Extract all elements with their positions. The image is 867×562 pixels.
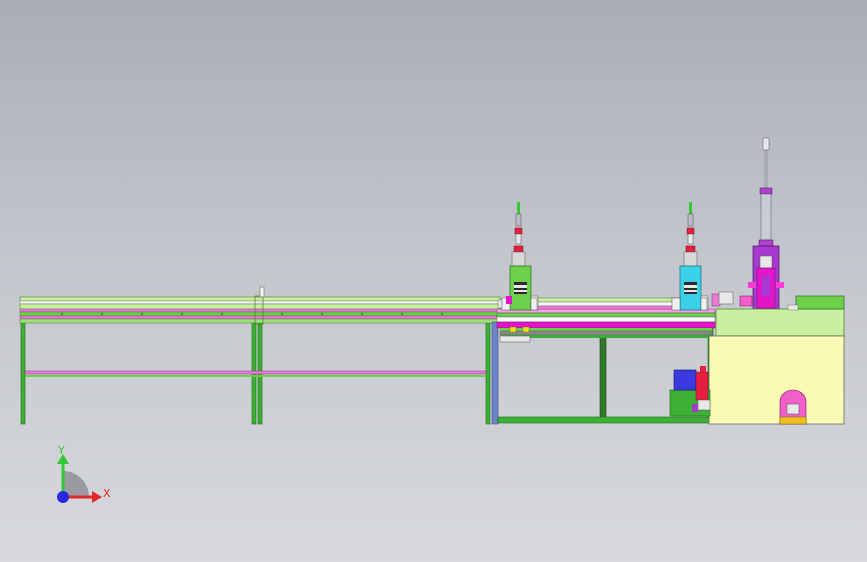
control-cabinet [708,295,845,425]
x-axis-arrow-icon [92,491,102,503]
press-station-cyan [671,202,708,311]
cad-viewport[interactable]: Y X [0,0,867,562]
feed-conveyor [19,286,501,425]
press-station-purple [718,137,784,311]
y-axis-label: Y [57,444,65,457]
x-axis-label: X [103,487,111,500]
motor-unit [669,366,711,417]
press-station-green [501,202,538,311]
machine-drawing: Y X [19,137,845,503]
axis-triad[interactable]: Y X [57,444,111,503]
z-axis-dot-icon [57,491,69,503]
